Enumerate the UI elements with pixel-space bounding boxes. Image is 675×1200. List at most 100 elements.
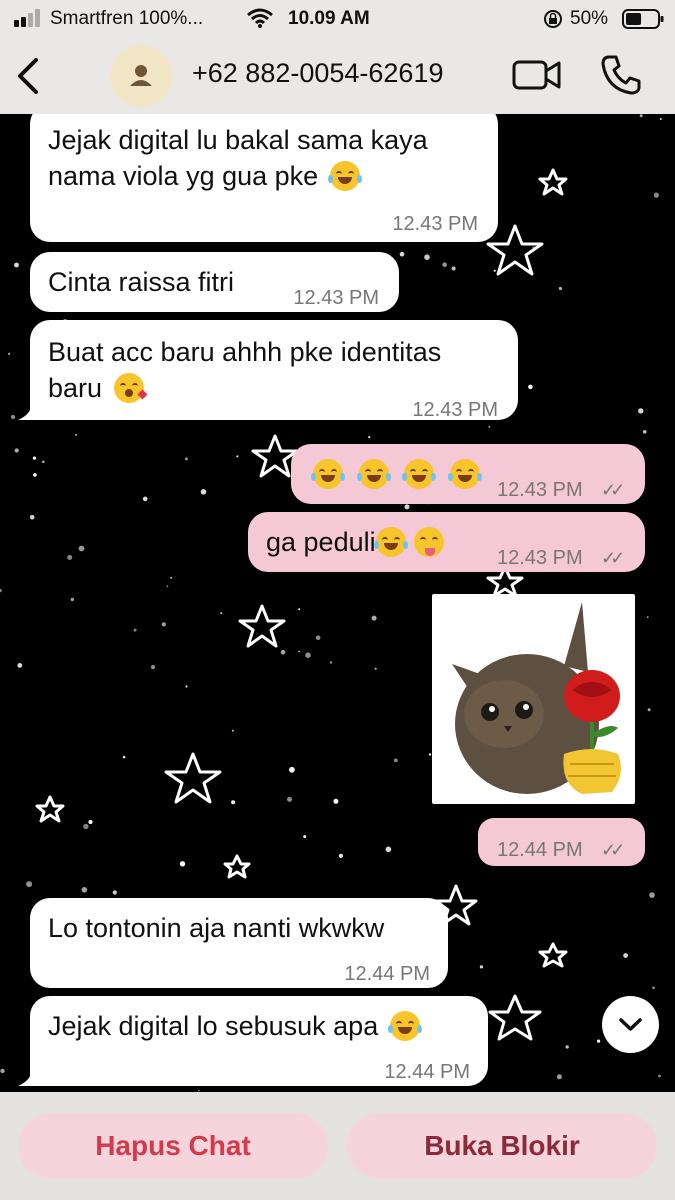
message-time: 12.44 PM — [344, 963, 430, 985]
message-time: 12.43 PM — [497, 479, 583, 501]
carrier-label: Smartfren 100%... — [50, 8, 204, 29]
sparkle-dot — [371, 615, 377, 621]
message-text: nama viola yg gua pke — [48, 161, 319, 191]
sparkle-dot — [81, 887, 88, 893]
sparkle-dot — [479, 965, 483, 969]
video-camera-icon[interactable] — [512, 58, 562, 92]
message-text: ga peduli — [266, 527, 376, 557]
sparkle-dot — [303, 835, 307, 839]
message-bubble-outgoing[interactable]: 12.43 PM ✓✓ — [291, 444, 645, 504]
battery-percent: 50% — [570, 8, 609, 29]
sparkle-dot — [184, 457, 188, 461]
sparkle-dot — [333, 798, 339, 804]
message-text: Jejak digital lo sebusuk apa — [48, 1011, 379, 1041]
sparkle-dot — [166, 585, 169, 588]
person-icon — [130, 65, 152, 86]
kitten-with-rose-sticker[interactable] — [432, 594, 635, 804]
message-bubble-incoming[interactable]: Jejak digital lo sebusuk apa 12.44 PM — [30, 996, 488, 1086]
sparkle-dot — [658, 1074, 661, 1078]
emoji-row — [309, 456, 484, 492]
sparkle-dot — [88, 819, 93, 825]
sparkle-dot — [161, 622, 166, 627]
message-bubble-incoming[interactable]: Lo tontonin aja nanti wkwkw 12.44 PM — [30, 898, 448, 988]
message-bubble-incoming[interactable]: Cinta raissa fitri 12.43 PM — [30, 252, 399, 312]
message-bubble-outgoing[interactable]: ga peduli 12.43 PM ✓✓ — [248, 512, 645, 572]
joy-emoji-icon — [373, 527, 408, 557]
message-time: 12.43 PM — [293, 287, 379, 309]
sparkle-dot — [42, 460, 45, 464]
sparkle-dot — [315, 635, 321, 641]
star-decoration — [35, 795, 65, 823]
scroll-to-bottom-button[interactable] — [602, 996, 659, 1053]
sparkle-dot — [179, 861, 186, 867]
sparkle-dot — [231, 800, 236, 805]
message-text: Buat acc baru ahhh pke identitas — [48, 337, 442, 367]
sparkle-dot — [70, 597, 75, 602]
rofl-emoji-icon — [387, 1011, 422, 1041]
chat-header: +62 882-0054-62619 — [0, 38, 675, 114]
sparkle-dot — [220, 612, 223, 615]
sparkle-dot — [236, 455, 239, 458]
winking-tongue-emoji-icon — [413, 527, 444, 557]
message-text: Jejak digital lu bakal sama kaya — [48, 125, 428, 155]
sparkle-dot — [170, 576, 173, 579]
sparkle-dot — [642, 430, 647, 434]
sparkle-dot — [298, 650, 300, 653]
sparkle-dot — [185, 685, 188, 688]
message-time: 12.43 PM — [412, 399, 498, 421]
joy-emoji-icon — [356, 459, 391, 489]
message-bubble-incoming[interactable]: Jejak digital lu bakal sama kaya nama vi… — [30, 114, 498, 242]
sparkle-dot — [150, 665, 156, 670]
message-time: 12.44 PM — [384, 1061, 470, 1083]
wifi-icon — [247, 8, 273, 28]
sparkle-dot — [67, 555, 73, 560]
sparkle-dot — [338, 853, 343, 859]
star-decoration — [538, 168, 568, 196]
sparkle-dot — [374, 667, 377, 670]
sparkle-dot — [558, 286, 563, 291]
message-text: baru — [48, 373, 103, 403]
star-decoration — [238, 604, 286, 648]
signal-icon — [14, 9, 44, 27]
message-text: Lo tontonin aja nanti wkwkw — [48, 913, 385, 943]
chat-area[interactable]: Jejak digital lu bakal sama kaya nama vi… — [0, 114, 675, 1092]
delete-chat-button[interactable]: Hapus Chat — [18, 1113, 328, 1179]
message-time: 12.43 PM — [392, 213, 478, 235]
chevron-left-icon[interactable] — [14, 56, 42, 96]
sparkle-dot — [404, 504, 410, 510]
joy-emoji-icon — [447, 459, 482, 489]
sparkle-dot — [17, 663, 23, 668]
sparkle-dot — [75, 433, 78, 436]
sparkle-dot — [646, 616, 649, 618]
star-decoration — [488, 994, 542, 1041]
joy-emoji-icon — [402, 459, 437, 489]
sparkle-dot — [287, 796, 292, 802]
chevron-down-icon — [619, 1018, 642, 1031]
phone-icon[interactable] — [600, 54, 642, 96]
sparkle-dot — [639, 114, 643, 118]
sparkle-dot — [556, 1074, 562, 1080]
message-time: 12.43 PM — [497, 547, 583, 569]
sparkle-dot — [26, 881, 33, 888]
sparkle-dot — [133, 628, 137, 632]
bubble-tail — [18, 402, 40, 420]
message-bubble-incoming[interactable]: Buat acc baru ahhh pke identitas baru 12… — [30, 320, 518, 421]
avatar[interactable] — [110, 45, 172, 107]
battery-icon — [622, 9, 664, 29]
read-receipt-icon: ✓✓ — [601, 548, 625, 568]
sparkle-dot — [83, 823, 89, 830]
sparkle-dot — [442, 262, 448, 267]
sparkle-dot — [112, 890, 117, 895]
sparkle-dot — [385, 846, 392, 853]
sparkle-dot — [393, 758, 398, 763]
sparkle-dot — [623, 953, 628, 958]
contact-name[interactable]: +62 882-0054-62619 — [192, 58, 443, 89]
sparkle-dot — [14, 448, 19, 453]
unblock-button[interactable]: Buka Blokir — [347, 1113, 657, 1179]
bubble-tail — [18, 1068, 40, 1086]
sparkle-dot — [32, 456, 37, 460]
star-decoration — [486, 224, 544, 276]
star-decoration — [164, 752, 222, 804]
sparkle-dot — [298, 608, 301, 611]
sparkle-dot — [451, 266, 456, 271]
